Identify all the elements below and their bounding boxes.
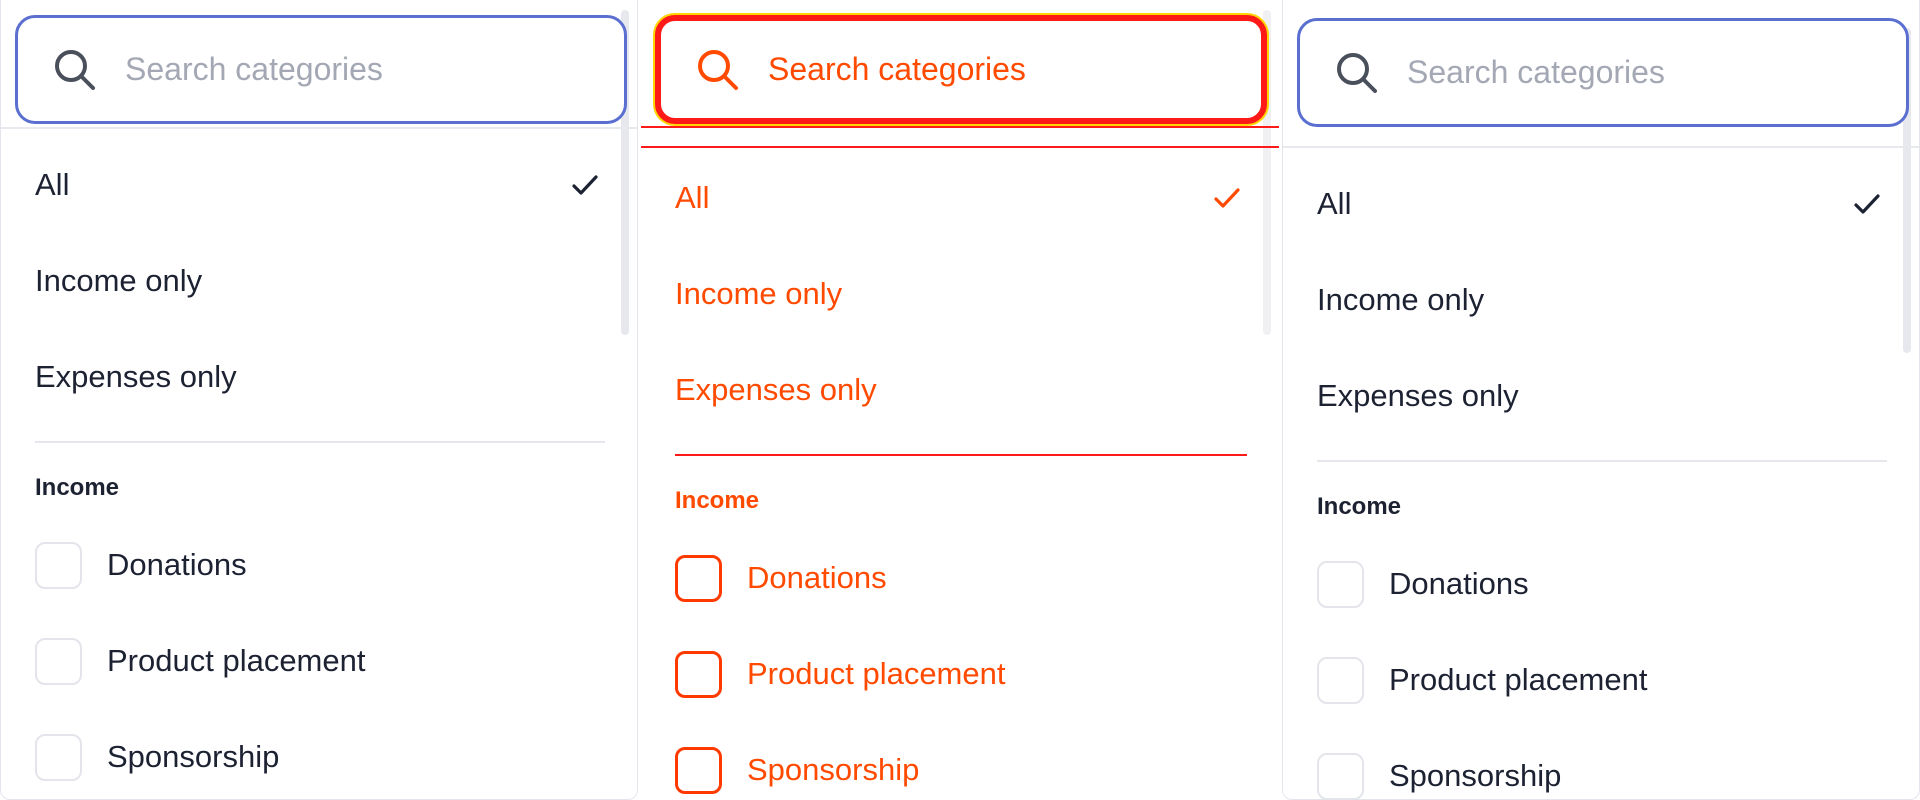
checkbox[interactable] <box>35 637 82 685</box>
group-heading-income: Income <box>1317 492 1402 520</box>
search-icon <box>1337 52 1377 93</box>
checkmark-icon <box>1214 188 1240 208</box>
option-list: All Income only Expenses only Income Don… <box>1283 156 1919 799</box>
category-donations[interactable]: Donations <box>1283 536 1919 632</box>
category-sponsorship[interactable]: Sponsorship <box>641 722 1279 800</box>
category-label: Donations <box>747 560 887 595</box>
app-root: All Income only Expenses only Income Don… <box>0 0 1920 800</box>
checkbox[interactable] <box>35 541 82 589</box>
category-dropdown-panel: All Income only Expenses only Income Don… <box>1282 0 1920 800</box>
search-box[interactable] <box>655 15 1267 124</box>
category-label: Sponsorship <box>1389 758 1562 793</box>
checkbox[interactable] <box>1317 560 1364 608</box>
search-input[interactable] <box>125 51 585 88</box>
option-label: Income only <box>35 263 203 298</box>
group-heading-income: Income <box>675 486 760 514</box>
category-label: Product placement <box>747 656 1006 691</box>
option-label: All <box>1317 186 1352 221</box>
divider <box>641 146 1279 148</box>
category-label: Donations <box>107 547 247 582</box>
category-sponsorship[interactable]: Sponsorship <box>1 709 637 799</box>
category-label: Product placement <box>107 643 366 678</box>
option-income-only[interactable]: Income only <box>1 233 637 329</box>
search-box[interactable] <box>1297 18 1909 127</box>
checkbox[interactable] <box>675 746 722 794</box>
category-label: Donations <box>1389 566 1529 601</box>
search-box[interactable] <box>15 15 627 124</box>
category-dropdown-panel: All Income only Expenses only Income Don… <box>0 0 638 800</box>
category-donations[interactable]: Donations <box>1 517 637 613</box>
option-expenses-only[interactable]: Expenses only <box>1 329 637 425</box>
category-product-placement[interactable]: Product placement <box>1 613 637 709</box>
checkbox[interactable] <box>675 554 722 602</box>
category-donations[interactable]: Donations <box>641 530 1279 626</box>
category-sponsorship[interactable]: Sponsorship <box>1283 728 1919 799</box>
option-all[interactable]: All <box>641 150 1279 246</box>
category-product-placement[interactable]: Product placement <box>1283 632 1919 728</box>
option-label: Income only <box>675 276 843 311</box>
search-icon <box>698 49 738 90</box>
category-product-placement[interactable]: Product placement <box>641 626 1279 722</box>
checkbox[interactable] <box>35 733 82 781</box>
group-heading-income: Income <box>35 473 120 501</box>
checkbox[interactable] <box>1317 752 1364 799</box>
checkmark-icon <box>572 175 598 195</box>
divider <box>1 127 637 129</box>
section-divider <box>1317 460 1887 462</box>
option-all[interactable]: All <box>1 137 637 233</box>
option-label: Expenses only <box>1317 378 1519 413</box>
option-label: All <box>35 167 70 202</box>
option-all[interactable]: All <box>1283 156 1919 252</box>
search-icon <box>55 49 95 90</box>
checkmark-icon <box>1854 194 1880 214</box>
option-list: All Income only Expenses only Income Don… <box>641 150 1279 800</box>
category-label: Product placement <box>1389 662 1648 697</box>
section-divider <box>675 454 1247 456</box>
option-expenses-only[interactable]: Expenses only <box>1283 348 1919 444</box>
search-input[interactable] <box>1407 54 1867 91</box>
checkbox[interactable] <box>675 650 722 698</box>
search-input[interactable] <box>768 51 1228 88</box>
option-list: All Income only Expenses only Income Don… <box>1 137 637 799</box>
option-label: Income only <box>1317 282 1485 317</box>
category-label: Sponsorship <box>747 752 920 787</box>
divider <box>1283 146 1919 148</box>
divider <box>641 126 1279 128</box>
option-income-only[interactable]: Income only <box>1283 252 1919 348</box>
option-income-only[interactable]: Income only <box>641 246 1279 342</box>
category-dropdown-panel-highlighted: All Income only Expenses only Income Don… <box>641 0 1279 800</box>
checkbox[interactable] <box>1317 656 1364 704</box>
section-divider <box>35 441 605 443</box>
option-expenses-only[interactable]: Expenses only <box>641 342 1279 438</box>
option-label: All <box>675 180 710 215</box>
option-label: Expenses only <box>35 359 237 394</box>
category-label: Sponsorship <box>107 739 280 774</box>
option-label: Expenses only <box>675 372 877 407</box>
